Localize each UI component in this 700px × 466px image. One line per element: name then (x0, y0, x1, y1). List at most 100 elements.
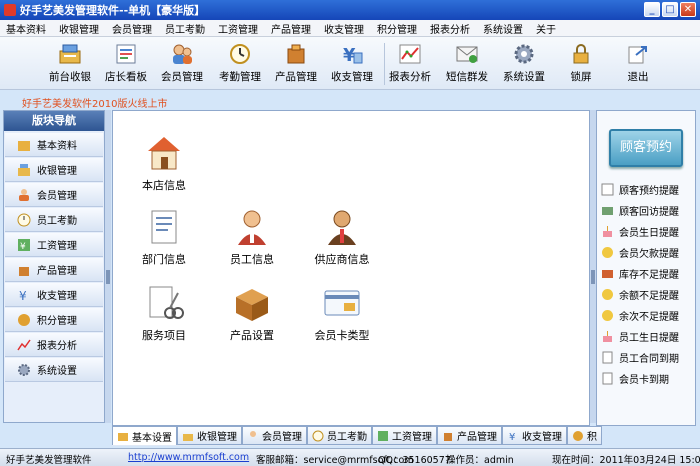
customer-reservation-button[interactable]: 顾客预约 (609, 129, 683, 167)
sidebar-item-basic[interactable]: 基本资料 (5, 133, 103, 157)
smiley-icon (601, 246, 614, 259)
smiley-icon (601, 288, 614, 301)
close-button[interactable]: ✕ (680, 2, 696, 17)
status-bar: 好手艺美发管理软件 http://www.mrmfsoft.com 客服邮箱：s… (0, 448, 700, 466)
money-icon: ¥ (507, 430, 519, 442)
box-icon (232, 283, 272, 323)
sms-icon (455, 43, 479, 65)
main-item-service-items[interactable]: 服务项目 (129, 283, 199, 343)
minimize-button[interactable]: _ (644, 2, 660, 17)
title-bar: 好手艺美发管理软件--单机【豪华版】 _ □ ✕ (0, 0, 700, 20)
toolbar-attendance-button[interactable]: 考勤管理 (210, 43, 270, 84)
left-splitter[interactable] (105, 110, 111, 423)
sidebar-item-finance[interactable]: ¥ 收支管理 (5, 283, 103, 307)
menu-points[interactable]: 积分管理 (377, 21, 417, 36)
tab-attendance[interactable]: 员工考勤 (307, 426, 372, 445)
chart-icon (398, 43, 422, 65)
tab-salary[interactable]: 工资管理 (372, 426, 437, 445)
toolbar-finance-button[interactable]: ¥ 收支管理 (322, 43, 382, 84)
status-qq: QQ：35160577 (378, 455, 451, 466)
menu-products[interactable]: 产品管理 (271, 21, 311, 36)
menu-bar: 基本资料 收银管理 会员管理 员工考勤 工资管理 产品管理 收支管理 积分管理 … (0, 20, 700, 37)
announcement-marquee: 好手艺美发软件2010版火线上市 (22, 99, 168, 110)
money-icon: ¥ (17, 288, 31, 302)
cake-icon (601, 225, 614, 238)
reminder-low-stock[interactable]: 库存不足提醒 (601, 265, 679, 281)
main-item-store-info[interactable]: 本店信息 (129, 133, 199, 193)
tab-products[interactable]: 产品管理 (437, 426, 502, 445)
sidebar-item-cashier[interactable]: 收银管理 (5, 158, 103, 182)
sidebar-item-points[interactable]: 积分管理 (5, 308, 103, 332)
toolbar-lock-button[interactable]: 锁屏 (551, 43, 611, 84)
menu-members[interactable]: 会员管理 (112, 21, 152, 36)
maximize-button[interactable]: □ (662, 2, 678, 17)
phone-icon (601, 204, 614, 217)
module-tab-bar: 基本设置 收银管理 会员管理 员工考勤 工资管理 产品管理 ¥ 收支管理 积 (112, 426, 602, 446)
reminder-panel: 顾客预约 顾客预约提醒 顾客回访提醒 会员生日提醒 会员欠款提醒 库存不足提醒 … (596, 110, 696, 426)
menu-basic[interactable]: 基本资料 (6, 21, 46, 36)
service-icon (144, 283, 184, 323)
toolbar-cashier-button[interactable]: 前台收银 (40, 43, 100, 84)
status-operator: 操作员：admin (446, 455, 514, 466)
menu-attendance[interactable]: 员工考勤 (165, 21, 205, 36)
exit-icon (626, 43, 650, 65)
reminder-customer-appointment[interactable]: 顾客预约提醒 (601, 181, 679, 197)
sidebar-item-reports[interactable]: 报表分析 (5, 333, 103, 357)
main-panel: 本店信息 部门信息 员工信息 供应商信息 服务项目 产品设置 会员卡类型 (112, 110, 590, 426)
reminder-card-expiry[interactable]: 会员卡到期 (601, 370, 669, 386)
tab-members[interactable]: 会员管理 (242, 426, 307, 445)
status-website-link[interactable]: http://www.mrmfsoft.com (128, 452, 249, 463)
main-item-product-settings[interactable]: 产品设置 (217, 283, 287, 343)
splitter-grip-icon (106, 270, 110, 284)
members-icon (17, 188, 31, 202)
reminder-customer-revisit[interactable]: 顾客回访提醒 (601, 202, 679, 218)
main-item-department-info[interactable]: 部门信息 (129, 207, 199, 267)
sidebar-item-attendance[interactable]: 员工考勤 (5, 208, 103, 232)
tab-points[interactable]: 积 (567, 426, 602, 445)
tab-basic-settings[interactable]: 基本设置 (112, 426, 177, 445)
document-icon (601, 372, 614, 385)
points-icon (572, 430, 584, 442)
menu-finance[interactable]: 收支管理 (324, 21, 364, 36)
toolbar-settings-button[interactable]: 系统设置 (494, 43, 554, 84)
toolbar-members-button[interactable]: 会员管理 (152, 43, 212, 84)
product-icon (17, 263, 31, 277)
dashboard-icon (114, 43, 138, 65)
reminder-member-debt[interactable]: 会员欠款提醒 (601, 244, 679, 260)
sidebar-item-products[interactable]: 产品管理 (5, 258, 103, 282)
tab-finance[interactable]: ¥ 收支管理 (502, 426, 567, 445)
toolbar-reports-button[interactable]: 报表分析 (380, 43, 440, 84)
cake-icon (601, 330, 614, 343)
sidebar-item-members[interactable]: 会员管理 (5, 183, 103, 207)
status-app-name: 好手艺美发管理软件 (6, 455, 92, 466)
menu-salary[interactable]: 工资管理 (218, 21, 258, 36)
menu-reports[interactable]: 报表分析 (430, 21, 470, 36)
svg-text:¥: ¥ (19, 289, 27, 302)
reminder-low-visits[interactable]: 余次不足提醒 (601, 307, 679, 323)
status-time: 现在时间：2011年03月24日 15:06 (552, 455, 700, 466)
toolbar-exit-button[interactable]: 退出 (608, 43, 668, 84)
reminder-member-birthday[interactable]: 会员生日提醒 (601, 223, 679, 239)
main-item-card-types[interactable]: 会员卡类型 (307, 283, 377, 343)
main-item-supplier-info[interactable]: 供应商信息 (307, 207, 377, 267)
menu-cashier[interactable]: 收银管理 (59, 21, 99, 36)
reminder-contract-expiry[interactable]: 员工合同到期 (601, 349, 679, 365)
sidebar-item-settings[interactable]: 系统设置 (5, 358, 103, 382)
toolbar-products-button[interactable]: 产品管理 (266, 43, 326, 84)
store-icon (144, 133, 184, 173)
menu-about[interactable]: 关于 (536, 21, 556, 36)
money-icon: ¥ (340, 43, 364, 65)
window-title: 好手艺美发管理软件--单机【豪华版】 (20, 4, 206, 17)
reminder-low-balance[interactable]: 余额不足提醒 (601, 286, 679, 302)
folder-icon (17, 138, 31, 152)
reminder-employee-birthday[interactable]: 员工生日提醒 (601, 328, 679, 344)
app-icon (4, 4, 16, 16)
main-item-employee-info[interactable]: 员工信息 (217, 207, 287, 267)
tab-cashier[interactable]: 收银管理 (177, 426, 242, 445)
cashier-icon (58, 43, 82, 65)
toolbar-sms-button[interactable]: 短信群发 (437, 43, 497, 84)
menu-settings[interactable]: 系统设置 (483, 21, 523, 36)
sidebar-item-salary[interactable]: ¥ 工资管理 (5, 233, 103, 257)
salary-icon (377, 430, 389, 442)
toolbar-dashboard-button[interactable]: 店长看板 (96, 43, 156, 84)
